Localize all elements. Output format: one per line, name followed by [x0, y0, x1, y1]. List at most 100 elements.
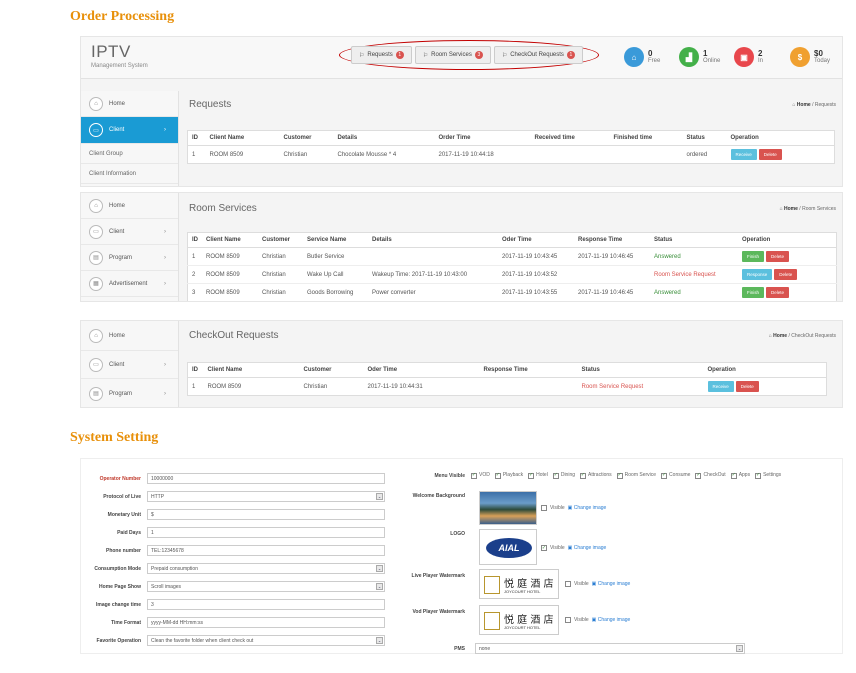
image-change-time-input[interactable]: 3: [147, 599, 385, 610]
menu-checkbox-dining[interactable]: ✓ Dining: [552, 471, 575, 480]
change-image-label: Change image: [573, 545, 607, 551]
stat-online-label: Online: [703, 58, 721, 64]
phone-number-input[interactable]: TEL:12345678: [147, 545, 385, 556]
delete-button[interactable]: Delete: [774, 269, 798, 280]
sidebar-item-client[interactable]: ▭ Client ›: [81, 219, 178, 245]
sidebar-item-client[interactable]: ▭ Client ›: [81, 351, 178, 379]
finish-button[interactable]: Finish: [742, 251, 765, 262]
breadcrumb-current: Room Services: [802, 206, 836, 212]
pms-select[interactable]: none ⌄: [475, 643, 745, 654]
bell-icon: ⚐: [501, 52, 508, 59]
menu-checkbox-checkout[interactable]: ✓ CheckOut: [695, 471, 726, 480]
menu-checkbox-playback[interactable]: ✓ Playback: [494, 471, 523, 480]
change-image-link[interactable]: ▣ Change image: [568, 505, 607, 511]
menu-checkbox-hotel[interactable]: ✓ Hotel: [528, 471, 548, 480]
protocol-select[interactable]: HTTP ⌄: [147, 491, 385, 502]
setting-label: Favorite Operation: [96, 637, 141, 644]
visible-checkbox[interactable]: [565, 617, 571, 623]
cell-details: Power converter: [368, 283, 498, 301]
stat-today-value: $0: [814, 49, 823, 58]
stat-free-value: 0: [648, 49, 653, 58]
sidebar-item-client-information[interactable]: Client Information: [81, 164, 178, 184]
cell-id: 1: [187, 145, 206, 164]
change-image-link[interactable]: ▣ Change image: [568, 545, 607, 551]
cell-service: Wake Up Call: [303, 265, 368, 284]
change-image-link[interactable]: ▣ Change image: [592, 617, 631, 623]
stat-today-label: Today: [814, 58, 831, 64]
monetary-unit-input[interactable]: $: [147, 509, 385, 520]
sidebar-item-program[interactable]: ▤ Program ›: [81, 379, 178, 407]
room-services-panel: ⌂ Home ▭ Client › ▤ Program › ▦ Advertisement ›…: [80, 192, 843, 302]
vod-watermark-label: Vod Player Watermark: [412, 609, 465, 615]
finish-button[interactable]: Finish: [742, 287, 765, 298]
visible-checkbox[interactable]: [541, 505, 547, 511]
paid-days-input[interactable]: 1: [147, 527, 385, 538]
setting-label: Image change time: [95, 601, 141, 608]
stat-in: ▣ 2 In: [734, 47, 763, 67]
delete-button[interactable]: Delete: [758, 149, 782, 160]
sidebar-item-home[interactable]: ⌂ Home: [81, 91, 178, 117]
cell-response-time: 2017-11-19 10:46:45: [574, 283, 650, 301]
requests-button-label: Requests: [367, 52, 393, 58]
visible-checkbox[interactable]: ✓: [541, 545, 547, 551]
favorite-operation-select[interactable]: Clean the favorite folder when client ch…: [147, 635, 385, 646]
requests-button[interactable]: ⚐ Requests 1: [351, 46, 412, 64]
menu-checkbox-consume[interactable]: ✓ Consume: [661, 471, 690, 480]
menu-checkbox-apps[interactable]: ✓ Apps: [730, 471, 750, 480]
change-image-label: Change image: [597, 581, 631, 587]
home-page-show-select[interactable]: Scroll images ⌄: [147, 581, 385, 592]
visible-checkbox[interactable]: [565, 581, 571, 587]
sidebar-item-home[interactable]: ⌂ Home: [81, 193, 178, 219]
operator-number-input[interactable]: 10000000: [147, 473, 385, 484]
cell-operation: Receive Delete: [726, 145, 835, 164]
receive-button[interactable]: Receive: [707, 381, 734, 392]
sidebar-item-client[interactable]: ▭ Client ›: [81, 117, 178, 144]
menu-checkbox-attractions[interactable]: ✓ Attractions: [580, 471, 612, 480]
room-services-button[interactable]: ⚐ Room Services 3: [414, 46, 491, 64]
consumption-mode-select[interactable]: Prepaid consumption ⌄: [147, 563, 385, 574]
menu-item-label: Consume: [669, 472, 691, 478]
stat-today: $ $0 Today: [790, 47, 830, 67]
delete-button[interactable]: Delete: [735, 381, 759, 392]
home-icon: ⌂: [89, 96, 103, 111]
column-header: Operation: [738, 232, 837, 248]
hotel-logo-mark: [484, 612, 500, 630]
sidebar-item-client-group[interactable]: Client Group: [81, 144, 178, 164]
sidebar-home-label: Home: [109, 202, 126, 209]
setting-row: Phone number TEL:12345678: [81, 545, 385, 556]
sidebar-item-program[interactable]: ▤ Program ›: [81, 245, 178, 271]
response-button[interactable]: Response: [742, 269, 773, 280]
column-header: Response Time: [479, 362, 578, 378]
checkout-requests-badge: 1: [566, 51, 575, 59]
breadcrumb-home[interactable]: Home: [773, 333, 787, 339]
cell-response-time: 2017-11-19 10:46:45: [574, 247, 650, 266]
delete-button[interactable]: Delete: [766, 251, 790, 262]
checkout-requests-button[interactable]: ⚐ CheckOut Requests 1: [493, 46, 583, 64]
sidebar-item-home[interactable]: ⌂ Home: [81, 321, 178, 351]
main-content: CheckOut Requests ⌂ Home / CheckOut Requ…: [179, 321, 842, 407]
menu-checkbox-vod[interactable]: ✓ VOD: [471, 471, 490, 480]
menu-checkbox-settings[interactable]: ✓ Settings: [755, 471, 781, 480]
receive-button[interactable]: Receive: [730, 149, 757, 160]
vod-watermark-options: Visible ▣ Change image: [565, 617, 630, 623]
delete-button[interactable]: Delete: [766, 287, 790, 298]
menu-item-label: Room Service: [624, 472, 657, 478]
column-header: Oder Time: [363, 362, 480, 378]
stat-in-label: In: [758, 58, 764, 64]
stat-in-value: 2: [758, 49, 763, 58]
home-icon: ⌂: [89, 198, 103, 213]
column-header: Status: [682, 130, 727, 146]
change-image-link[interactable]: ▣ Change image: [592, 581, 631, 587]
column-header: ID: [187, 232, 202, 248]
breadcrumb-home[interactable]: Home: [797, 102, 811, 108]
cell-client: ROOM 8509: [202, 283, 258, 301]
menu-item-label: CheckOut: [703, 472, 726, 478]
main-content: Room Services ⌂ Home / Room Services ID …: [179, 193, 842, 301]
menu-visible-options: ✓ VOD ✓ Playback ✓ Hotel ✓ Dining ✓ Attractions ✓ R…: [471, 471, 841, 480]
time-format-input[interactable]: yyyy-MM-dd HH:mm:ss: [147, 617, 385, 628]
cell-status: Answered: [650, 247, 738, 266]
menu-checkbox-room-service[interactable]: ✓ Room Service: [616, 471, 657, 480]
column-header: Customer: [299, 362, 364, 378]
sidebar-item-advertisement[interactable]: ▦ Advertisement ›: [81, 271, 178, 297]
breadcrumb-home[interactable]: Home: [784, 206, 798, 212]
